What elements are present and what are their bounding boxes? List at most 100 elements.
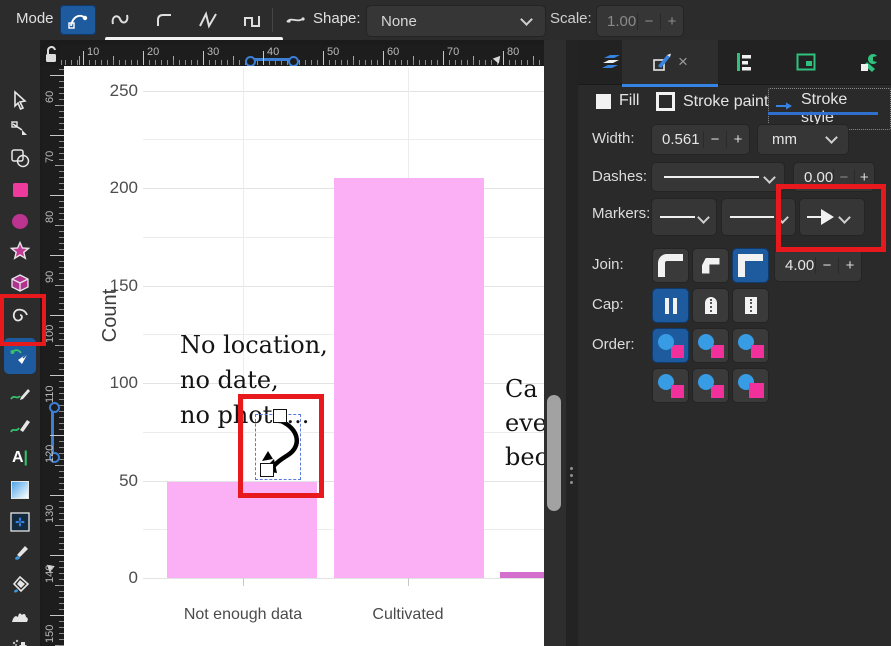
cap-label: Cap: — [592, 296, 624, 313]
paraxial-segments-mode-button[interactable] — [234, 5, 270, 35]
dash-offset-increment-button[interactable]: + — [853, 168, 874, 186]
y-tick-label: 200 — [109, 178, 138, 198]
tab-align-distribute[interactable] — [724, 40, 764, 84]
order-option-2-button[interactable] — [692, 328, 729, 363]
dash-offset-value: 0.00 — [804, 168, 834, 186]
tab-export[interactable] — [786, 40, 826, 84]
chevron-down-icon — [825, 131, 838, 144]
width-label: Width: — [592, 130, 635, 147]
dropper-tool-button[interactable] — [4, 539, 36, 567]
wrench-icon — [861, 54, 877, 72]
order-option-5-button[interactable] — [692, 368, 729, 403]
dock-tab-bar: × — [578, 40, 891, 87]
vertical-ruler[interactable]: 60 70 80 90 100 110 120 130 140 150 — [42, 66, 64, 646]
join-bevel-button[interactable] — [692, 248, 729, 283]
mesh-gradient-tool-button[interactable] — [4, 508, 36, 536]
scale-decrement-button[interactable]: − — [637, 12, 660, 30]
mode-label: Mode — [16, 10, 54, 27]
star-tool-button[interactable] — [4, 237, 36, 265]
tweak-tool-button[interactable] — [4, 603, 36, 631]
bevel-join-icon — [701, 257, 720, 274]
bar[interactable] — [500, 572, 544, 578]
cap-butt-button[interactable] — [652, 288, 689, 323]
cap-square-button[interactable] — [732, 288, 769, 323]
vruler-tick-label: 130 — [44, 504, 56, 523]
straight-segments-mode-button[interactable] — [190, 5, 226, 35]
spray-tool-button[interactable] — [4, 634, 36, 646]
rectangle-tool-button[interactable] — [4, 176, 36, 204]
highlight-selected-curve — [238, 394, 324, 498]
vruler-major-tick — [50, 195, 64, 196]
hruler-major-tick — [503, 51, 504, 65]
gradient-tool-button[interactable] — [4, 476, 36, 504]
order-option-6-button[interactable] — [732, 368, 769, 403]
shape-builder-tool-button[interactable] — [4, 144, 36, 172]
node-editor-tool-button[interactable] — [4, 116, 36, 144]
selector-tool-button[interactable] — [4, 86, 36, 114]
highlight-end-marker-dropdown — [776, 184, 886, 252]
width-unit-dropdown[interactable]: mm — [757, 124, 849, 155]
scale-spinner[interactable]: 1.00 − + — [596, 5, 684, 37]
tab-preferences[interactable] — [850, 40, 890, 84]
paint-bucket-tool-button[interactable] — [4, 571, 36, 599]
drawing-canvas[interactable]: 0 50 100 150 200 250 Not enough data Cultivated… — [64, 66, 544, 646]
x-tick-mark — [408, 578, 409, 586]
miter-increment-button[interactable]: + — [838, 257, 861, 274]
lock-guides-icon[interactable] — [44, 46, 60, 63]
tab-stroke-paint[interactable]: Stroke paint — [656, 92, 768, 111]
vruler-major-tick — [50, 255, 64, 256]
tab-fill-and-stroke[interactable]: × — [622, 40, 718, 87]
spiro-mode-button[interactable] — [102, 5, 138, 35]
tab-fill[interactable]: Fill — [596, 92, 639, 110]
miter-limit-value: 4.00 — [785, 257, 815, 274]
close-icon[interactable]: × — [678, 52, 688, 72]
miter-limit-spinner[interactable]: 4.00 − + — [774, 249, 862, 282]
layers-icon — [602, 55, 620, 68]
scale-increment-button[interactable]: + — [660, 12, 683, 30]
canvas-vertical-scrollbar[interactable] — [544, 40, 566, 646]
hruler-major-tick — [323, 51, 324, 65]
x-tick-label: Not enough data — [183, 606, 303, 623]
join-miter-button[interactable] — [732, 248, 769, 283]
vruler-major-tick — [50, 135, 64, 136]
mesh-gradient-icon — [10, 512, 30, 532]
bezier-mode-button[interactable] — [60, 5, 96, 35]
order-icon — [657, 373, 684, 398]
order-option-4-button[interactable] — [652, 368, 689, 403]
box-3d-icon — [11, 274, 29, 292]
ellipse-icon — [12, 213, 28, 229]
flatten-spiro-bspline-button[interactable] — [278, 5, 314, 35]
miter-decrement-button[interactable]: − — [815, 257, 838, 274]
join-round-button[interactable] — [652, 248, 689, 283]
text-tool-button[interactable]: A | — [4, 444, 36, 472]
pencil-tool-button[interactable] — [4, 381, 36, 409]
hruler-tick-label: 20 — [147, 46, 160, 58]
horizontal-ruler[interactable]: 10 20 30 40 50 60 70 80 — [60, 45, 544, 67]
calligraphy-tool-button[interactable] — [4, 413, 36, 441]
dash-offset-decrement-button[interactable]: − — [833, 168, 853, 186]
width-decrement-button[interactable]: − — [703, 131, 726, 148]
vruler-tick-label: 80 — [44, 210, 56, 223]
order-option-3-button[interactable] — [732, 328, 769, 363]
box3d-tool-button[interactable] — [4, 269, 36, 297]
dash-pattern-dropdown[interactable] — [651, 162, 785, 192]
shape-dropdown[interactable]: None — [366, 5, 546, 37]
start-marker-dropdown[interactable] — [651, 198, 717, 236]
ellipse-tool-button[interactable] — [4, 207, 36, 235]
vruler-tick-label: 150 — [44, 624, 56, 643]
scrollbar-thumb[interactable] — [547, 395, 561, 511]
order-icon — [697, 333, 724, 358]
bspline-mode-button[interactable] — [146, 5, 182, 35]
bar[interactable] — [334, 178, 484, 578]
butt-cap-icon — [664, 297, 677, 314]
mid-marker-preview — [730, 216, 774, 218]
paint-bucket-icon — [12, 575, 30, 593]
y-tick-label: 250 — [109, 80, 138, 100]
order-option-1-button[interactable] — [652, 328, 689, 363]
vruler-tick-label: 140 — [44, 564, 56, 583]
width-increment-button[interactable]: + — [726, 131, 749, 148]
cap-round-button[interactable] — [692, 288, 729, 323]
panel-splitter[interactable] — [566, 40, 578, 646]
stroke-width-spinner[interactable]: 0.561 − + — [651, 124, 750, 155]
hruler-cursor-marker — [492, 53, 504, 64]
